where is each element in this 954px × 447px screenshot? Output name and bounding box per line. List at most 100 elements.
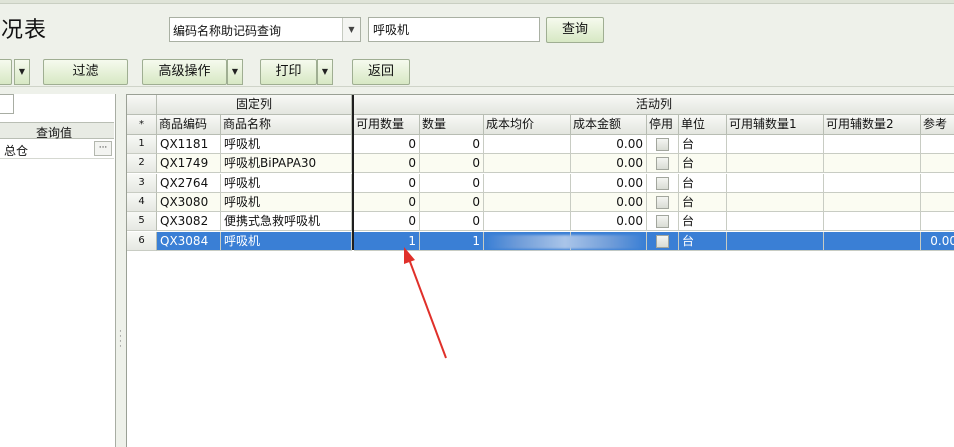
tab-query[interactable] <box>0 94 14 114</box>
chevron-down-icon[interactable]: ▼ <box>317 59 333 85</box>
cell-cost-amount: 0.00 <box>571 212 647 231</box>
column-header-name[interactable]: 商品名称 <box>221 115 352 135</box>
group-fixed-header: 固定列 <box>157 95 352 115</box>
cell-available: 0 <box>354 174 420 193</box>
cell-name: 呼吸机 <box>221 193 352 212</box>
disabled-checkbox[interactable] <box>656 138 669 151</box>
disabled-checkbox[interactable] <box>656 177 669 190</box>
cell-unit: 台 <box>679 174 727 193</box>
cell-avg-cost <box>484 174 571 193</box>
ellipsis-icon[interactable]: ··· <box>94 141 112 156</box>
row-number[interactable]: 5 <box>127 212 157 231</box>
page-title: 状况表 <box>0 18 48 43</box>
row-number[interactable]: 1 <box>127 135 157 154</box>
cell-disabled[interactable] <box>647 135 679 154</box>
cell-available: 0 <box>354 193 420 212</box>
column-header-cost-amount[interactable]: 成本金额 <box>571 115 647 135</box>
cell-qty: 0 <box>420 212 484 231</box>
cell-aux1 <box>727 174 824 193</box>
cell-disabled[interactable] <box>647 154 679 173</box>
cell-aux1 <box>727 193 824 212</box>
fixed-column-divider <box>352 95 354 250</box>
column-header-available[interactable]: 可用数量 <box>354 115 420 135</box>
cell-aux2 <box>824 135 921 154</box>
column-header-disabled[interactable]: 停用 <box>647 115 679 135</box>
row-number[interactable]: 3 <box>127 174 157 193</box>
group-active-header: 活动列 <box>354 95 954 115</box>
cell-name: 呼吸机 <box>221 232 352 251</box>
toolbar-button-partial[interactable] <box>0 59 12 85</box>
cell-aux2 <box>824 212 921 231</box>
cell-aux2 <box>824 232 921 251</box>
cell-cost-amount: 0.00 <box>571 154 647 173</box>
cell-qty: 0 <box>420 135 484 154</box>
cell-available: 0 <box>354 135 420 154</box>
rownum-header: * <box>127 115 157 135</box>
advanced-button[interactable]: 高级操作 <box>142 59 227 85</box>
query-button[interactable]: 查询 <box>546 17 604 43</box>
cell-code: QX2764 <box>157 174 221 193</box>
cell-available: 0 <box>354 212 420 231</box>
disabled-checkbox[interactable] <box>656 157 669 170</box>
cell-ref <box>921 154 954 173</box>
cell-disabled[interactable] <box>647 193 679 212</box>
list-item[interactable]: 总仓 ··· <box>0 140 114 159</box>
redacted-value <box>485 235 645 249</box>
query-value-header: 查询值 <box>36 126 73 140</box>
print-button[interactable]: 打印 <box>260 59 317 85</box>
row-number[interactable]: 2 <box>127 154 157 173</box>
column-header-avg-cost[interactable]: 成本均价 <box>484 115 571 135</box>
query-value: 总仓 <box>4 144 29 158</box>
chevron-down-icon[interactable]: ▼ <box>342 18 360 41</box>
cell-code: QX3084 <box>157 232 221 251</box>
cell-name: 便携式急救呼吸机 <box>221 212 352 231</box>
query-mode-select[interactable]: 编码名称助记码查询 ▼ <box>169 17 361 42</box>
cell-name: 呼吸机 <box>221 135 352 154</box>
cell-avg-cost <box>484 212 571 231</box>
cell-disabled[interactable] <box>647 232 679 251</box>
cell-qty: 0 <box>420 174 484 193</box>
search-input[interactable]: 呼吸机 <box>368 17 540 42</box>
toolbar-divider <box>0 86 954 87</box>
cell-aux1 <box>727 154 824 173</box>
splitter-handle[interactable]: · · · · <box>119 328 123 352</box>
cell-ref <box>921 212 954 231</box>
column-header-qty[interactable]: 数量 <box>420 115 484 135</box>
cell-aux2 <box>824 154 921 173</box>
cell-cost-amount: 0.00 <box>571 174 647 193</box>
column-header-code[interactable]: 商品编码 <box>157 115 221 135</box>
row-number[interactable]: 4 <box>127 193 157 212</box>
cell-name: 呼吸机BiPAPA30 <box>221 154 352 173</box>
chevron-down-icon[interactable]: ▼ <box>227 59 243 85</box>
column-header-ref[interactable]: 参考 <box>921 115 954 135</box>
cell-disabled[interactable] <box>647 212 679 231</box>
cell-unit: 台 <box>679 193 727 212</box>
back-button[interactable]: 返回 <box>352 59 410 85</box>
cell-cost-amount: 0.00 <box>571 193 647 212</box>
cell-avg-cost <box>484 154 571 173</box>
cell-aux1 <box>727 212 824 231</box>
cell-qty: 0 <box>420 154 484 173</box>
cell-cost-amount: 0.00 <box>571 135 647 154</box>
data-grid: 固定列 活动列 * 商品编码 商品名称 可用数量 数量 成本均价 成本金额 停用… <box>126 94 954 447</box>
cell-code: QX1749 <box>157 154 221 173</box>
filter-button[interactable]: 过滤 <box>43 59 128 85</box>
row-number[interactable]: 6 <box>127 232 157 251</box>
cell-name: 呼吸机 <box>221 174 352 193</box>
disabled-checkbox[interactable] <box>656 196 669 209</box>
column-header-aux2[interactable]: 可用辅数量2 <box>824 115 921 135</box>
disabled-checkbox[interactable] <box>656 235 669 248</box>
cell-code: QX3082 <box>157 212 221 231</box>
cell-disabled[interactable] <box>647 174 679 193</box>
column-header-unit[interactable]: 单位 <box>679 115 727 135</box>
cell-aux2 <box>824 193 921 212</box>
cell-unit: 台 <box>679 212 727 231</box>
cell-aux1 <box>727 232 824 251</box>
chevron-down-icon[interactable]: ▼ <box>14 59 30 85</box>
cell-ref <box>921 193 954 212</box>
column-header-aux1[interactable]: 可用辅数量1 <box>727 115 824 135</box>
disabled-checkbox[interactable] <box>656 215 669 228</box>
cell-available: 1 <box>354 232 420 251</box>
cell-ref <box>921 135 954 154</box>
query-panel-header: 查询值 <box>0 122 114 140</box>
